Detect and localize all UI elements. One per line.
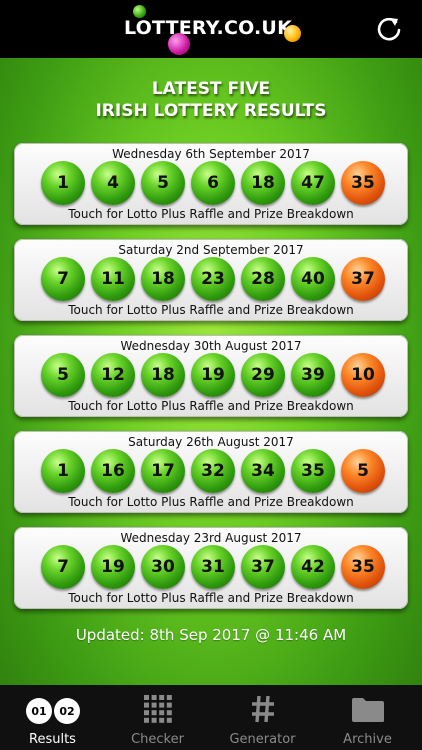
main-number-ball: 34 xyxy=(241,449,285,493)
page-title: LATEST FIVE IRISH LOTTERY RESULTS xyxy=(0,78,422,122)
prize-breakdown-link[interactable]: Touch for Lotto Plus Raffle and Prize Br… xyxy=(14,399,408,413)
main-number-ball: 18 xyxy=(141,257,185,301)
main-number-ball: 23 xyxy=(191,257,235,301)
main-number-ball: 5 xyxy=(41,353,85,397)
tab-archive[interactable]: Archive xyxy=(315,685,420,750)
draw-card[interactable]: Wednesday 23rd August 2017 7 19 30 31 37 42 35 T… xyxy=(14,527,408,609)
main-number-ball: 37 xyxy=(241,545,285,589)
tab-results[interactable]: 01 02 Results xyxy=(0,685,105,750)
page-title-line1: LATEST FIVE xyxy=(151,79,271,99)
main-number-ball: 39 xyxy=(291,353,335,397)
folder-icon xyxy=(352,698,384,722)
hash-icon xyxy=(252,695,274,723)
main-number-ball: 7 xyxy=(41,257,85,301)
main-number-ball: 7 xyxy=(41,545,85,589)
draw-date: Wednesday 6th September 2017 xyxy=(112,147,310,161)
refresh-icon[interactable] xyxy=(374,14,404,44)
grid-icon xyxy=(144,695,172,723)
main-number-ball: 19 xyxy=(91,545,135,589)
main-number-ball: 31 xyxy=(191,545,235,589)
main-number-ball: 18 xyxy=(141,353,185,397)
bonus-number-ball: 10 xyxy=(341,353,385,397)
top-bar: LOTTERY.CO.UK xyxy=(0,0,422,58)
main-number-ball: 29 xyxy=(241,353,285,397)
bonus-number-ball: 37 xyxy=(341,257,385,301)
draw-card[interactable]: Saturday 26th August 2017 1 16 17 32 34 35 5 Tou… xyxy=(14,431,408,513)
tab-generator-label: Generator xyxy=(229,732,296,747)
main-number-ball: 47 xyxy=(291,161,335,205)
draw-date: Wednesday 23rd August 2017 xyxy=(120,531,302,545)
draw-date: Saturday 2nd September 2017 xyxy=(118,243,304,257)
tab-archive-label: Archive xyxy=(343,732,392,747)
prize-breakdown-link[interactable]: Touch for Lotto Plus Raffle and Prize Br… xyxy=(14,303,408,317)
tab-bar: 01 02 Results Checker Generator Archive xyxy=(0,685,422,750)
updated-timestamp: Updated: 8th Sep 2017 @ 11:46 AM xyxy=(75,626,347,644)
main-number-ball: 16 xyxy=(91,449,135,493)
main-number-ball: 40 xyxy=(291,257,335,301)
prize-breakdown-link[interactable]: Touch for Lotto Plus Raffle and Prize Br… xyxy=(14,207,408,221)
tab-checker-label: Checker xyxy=(131,732,184,747)
logo-text: LOTTERY.CO.UK xyxy=(124,17,292,39)
prize-breakdown-link[interactable]: Touch for Lotto Plus Raffle and Prize Br… xyxy=(14,495,408,509)
main-number-ball: 6 xyxy=(191,161,235,205)
main-number-ball: 1 xyxy=(41,161,85,205)
tab-results-label: Results xyxy=(29,732,76,747)
draw-card[interactable]: Wednesday 30th August 2017 5 12 18 19 29 39 10 T… xyxy=(14,335,408,417)
main-number-ball: 42 xyxy=(291,545,335,589)
results-ball-icon-1: 01 xyxy=(26,698,52,724)
main-number-ball: 19 xyxy=(191,353,235,397)
tab-checker[interactable]: Checker xyxy=(105,685,210,750)
bonus-number-ball: 35 xyxy=(341,161,385,205)
page-title-line2: IRISH LOTTERY RESULTS xyxy=(95,101,327,121)
draw-card[interactable]: Wednesday 6th September 2017 1 4 5 6 18 47 35 To… xyxy=(14,143,408,225)
main-number-ball: 32 xyxy=(191,449,235,493)
results-ball-icon-2: 02 xyxy=(54,698,80,724)
draw-date: Wednesday 30th August 2017 xyxy=(120,339,302,353)
main-number-ball: 35 xyxy=(291,449,335,493)
draw-date: Saturday 26th August 2017 xyxy=(128,435,294,449)
main-number-ball: 28 xyxy=(241,257,285,301)
main-number-ball: 4 xyxy=(91,161,135,205)
tab-generator[interactable]: Generator xyxy=(210,685,315,750)
draw-card[interactable]: Saturday 2nd September 2017 7 11 18 23 28 40 37… xyxy=(14,239,408,321)
logo-yellow-ball xyxy=(284,25,301,42)
main-number-ball: 18 xyxy=(241,161,285,205)
main-number-ball: 12 xyxy=(91,353,135,397)
main-number-ball: 5 xyxy=(141,161,185,205)
prize-breakdown-link[interactable]: Touch for Lotto Plus Raffle and Prize Br… xyxy=(14,591,408,605)
main-number-ball: 17 xyxy=(141,449,185,493)
bonus-number-ball: 5 xyxy=(341,449,385,493)
app-logo: LOTTERY.CO.UK xyxy=(0,0,422,58)
main-number-ball: 30 xyxy=(141,545,185,589)
main-number-ball: 1 xyxy=(41,449,85,493)
main-number-ball: 11 xyxy=(91,257,135,301)
logo-pink-ball xyxy=(168,33,190,55)
bonus-number-ball: 35 xyxy=(341,545,385,589)
